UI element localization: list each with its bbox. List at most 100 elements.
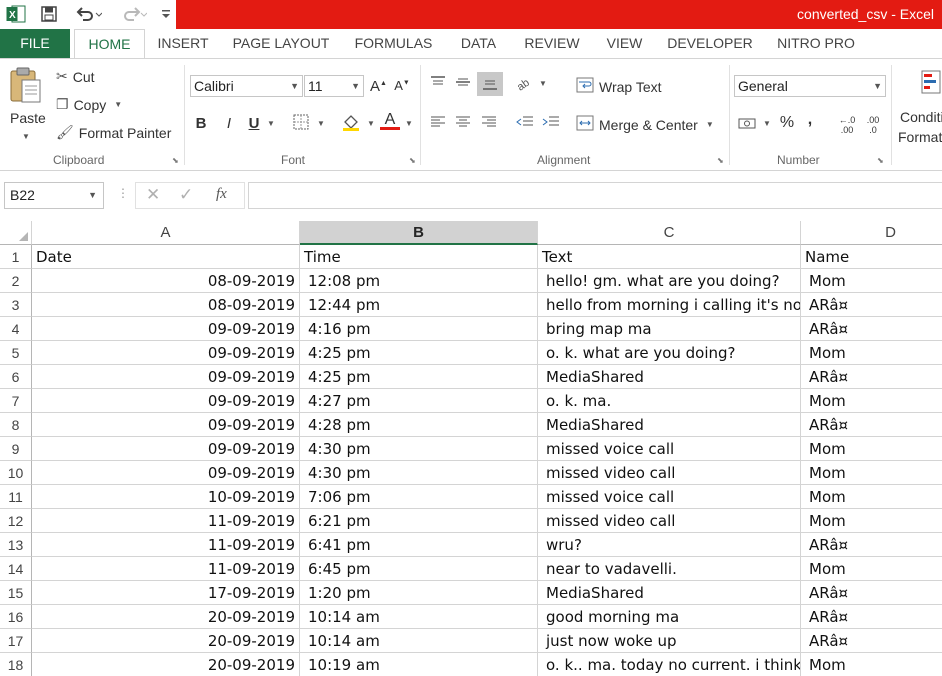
cell-c[interactable]: near to vadavelli. [538, 557, 801, 581]
conditional-formatting-icon[interactable] [920, 69, 942, 99]
cell-a[interactable]: 09-09-2019 [32, 365, 300, 389]
redo-icon[interactable] [117, 4, 151, 24]
formula-input[interactable] [248, 182, 942, 209]
cell-b[interactable]: 1:20 pm [300, 581, 538, 605]
cell-a[interactable]: 08-09-2019 [32, 293, 300, 317]
cell-a[interactable]: 09-09-2019 [32, 437, 300, 461]
decrease-font-size-button[interactable]: A▼ [394, 78, 410, 93]
decrease-indent-button[interactable] [514, 115, 536, 133]
cell-a[interactable]: Date [32, 245, 300, 269]
cell-b[interactable]: Time [300, 245, 538, 269]
cell-c[interactable]: MediaShared [538, 413, 801, 437]
tab-file[interactable]: FILE [0, 29, 70, 58]
tab-insert[interactable]: INSERT [149, 29, 217, 58]
borders-button[interactable] [290, 114, 312, 134]
cell-d[interactable]: Mom [801, 557, 942, 581]
cell-d[interactable]: ARâ¤ [801, 293, 942, 317]
cell-c[interactable]: o. k. ma. [538, 389, 801, 413]
cell-b[interactable]: 4:30 pm [300, 461, 538, 485]
tab-page-layout[interactable]: PAGE LAYOUT [226, 29, 336, 58]
fill-color-dropdown-icon[interactable]: ▼ [366, 119, 376, 128]
paste-dropdown-icon[interactable]: ▼ [22, 132, 30, 141]
cell-c[interactable]: Text [538, 245, 801, 269]
font-color-dropdown-icon[interactable]: ▼ [404, 119, 414, 128]
save-icon[interactable] [38, 4, 60, 24]
copy-button[interactable]: ❐ Copy ▼ [56, 96, 122, 113]
italic-button[interactable]: I [221, 115, 237, 132]
underline-dropdown-icon[interactable]: ▼ [266, 119, 276, 128]
cell-d[interactable]: ARâ¤ [801, 629, 942, 653]
tab-review[interactable]: REVIEW [516, 29, 588, 58]
number-format-select[interactable]: General ▼ [734, 75, 886, 97]
tab-developer[interactable]: DEVELOPER [660, 29, 760, 58]
number-launcher-icon[interactable]: ⬊ [877, 156, 884, 165]
cell-c[interactable]: hello! gm. what are you doing? [538, 269, 801, 293]
cell-b[interactable]: 4:16 pm [300, 317, 538, 341]
cell-b[interactable]: 6:41 pm [300, 533, 538, 557]
row-header[interactable]: 12 [0, 509, 32, 533]
cancel-icon[interactable]: ✕ [146, 185, 160, 205]
undo-icon[interactable] [72, 4, 106, 24]
cell-c[interactable]: MediaShared [538, 581, 801, 605]
row-header[interactable]: 18 [0, 653, 32, 676]
row-header[interactable]: 1 [0, 245, 32, 269]
cell-b[interactable]: 4:25 pm [300, 365, 538, 389]
cell-a[interactable]: 11-09-2019 [32, 509, 300, 533]
middle-align-button[interactable] [453, 75, 473, 93]
cell-d[interactable]: Mom [801, 269, 942, 293]
cell-c[interactable]: hello from morning i calling it's not [538, 293, 801, 317]
cell-d[interactable]: ARâ¤ [801, 365, 942, 389]
cell-d[interactable]: Mom [801, 437, 942, 461]
cell-b[interactable]: 12:44 pm [300, 293, 538, 317]
orientation-button[interactable]: ab [514, 75, 534, 95]
cell-a[interactable]: 09-09-2019 [32, 341, 300, 365]
row-header[interactable]: 15 [0, 581, 32, 605]
column-header-a[interactable]: A [32, 221, 300, 245]
fill-color-button[interactable] [340, 112, 362, 136]
cell-d[interactable]: ARâ¤ [801, 317, 942, 341]
paste-icon[interactable] [8, 67, 46, 105]
cell-c[interactable]: wru? [538, 533, 801, 557]
font-size-select[interactable]: 11 ▼ [304, 75, 364, 97]
insert-function-icon[interactable]: fx [216, 186, 227, 203]
cell-b[interactable]: 10:14 am [300, 629, 538, 653]
cell-d[interactable]: Mom [801, 653, 942, 676]
enter-icon[interactable]: ✓ [179, 185, 193, 205]
cell-b[interactable]: 12:08 pm [300, 269, 538, 293]
cell-a[interactable]: 09-09-2019 [32, 413, 300, 437]
tab-formulas[interactable]: FORMULAS [346, 29, 441, 58]
clipboard-launcher-icon[interactable]: ⬊ [172, 156, 179, 165]
row-header[interactable]: 2 [0, 269, 32, 293]
row-header[interactable]: 17 [0, 629, 32, 653]
row-header[interactable]: 7 [0, 389, 32, 413]
cell-d[interactable]: ARâ¤ [801, 605, 942, 629]
borders-dropdown-icon[interactable]: ▼ [316, 119, 326, 128]
row-header[interactable]: 11 [0, 485, 32, 509]
cell-d[interactable]: ARâ¤ [801, 581, 942, 605]
tab-home[interactable]: HOME [74, 29, 145, 58]
conditional-formatting-label-1[interactable]: Conditi [900, 109, 942, 125]
column-header-b[interactable]: B [300, 221, 538, 245]
comma-style-button[interactable]: , [804, 111, 816, 129]
customize-qat-icon[interactable] [160, 4, 172, 24]
cell-b[interactable]: 4:27 pm [300, 389, 538, 413]
cell-b[interactable]: 4:28 pm [300, 413, 538, 437]
conditional-formatting-label-2[interactable]: Format [898, 129, 942, 145]
cell-a[interactable]: 20-09-2019 [32, 629, 300, 653]
wrap-text-button[interactable]: Wrap Text [576, 77, 662, 96]
cell-a[interactable]: 10-09-2019 [32, 485, 300, 509]
bottom-align-button[interactable] [477, 72, 503, 96]
cell-d[interactable]: Name [801, 245, 942, 269]
cell-b[interactable]: 10:19 am [300, 653, 538, 676]
font-name-select[interactable]: Calibri ▼ [190, 75, 303, 97]
cell-a[interactable]: 08-09-2019 [32, 269, 300, 293]
orientation-dropdown-icon[interactable]: ▼ [538, 79, 548, 88]
cell-a[interactable]: 20-09-2019 [32, 605, 300, 629]
row-header[interactable]: 9 [0, 437, 32, 461]
cell-b[interactable]: 7:06 pm [300, 485, 538, 509]
row-header[interactable]: 8 [0, 413, 32, 437]
tab-nitro-pro[interactable]: NITRO PRO [769, 29, 863, 58]
row-header[interactable]: 16 [0, 605, 32, 629]
merge-center-button[interactable]: Merge & Center ▼ [576, 115, 714, 134]
cell-c[interactable]: MediaShared [538, 365, 801, 389]
